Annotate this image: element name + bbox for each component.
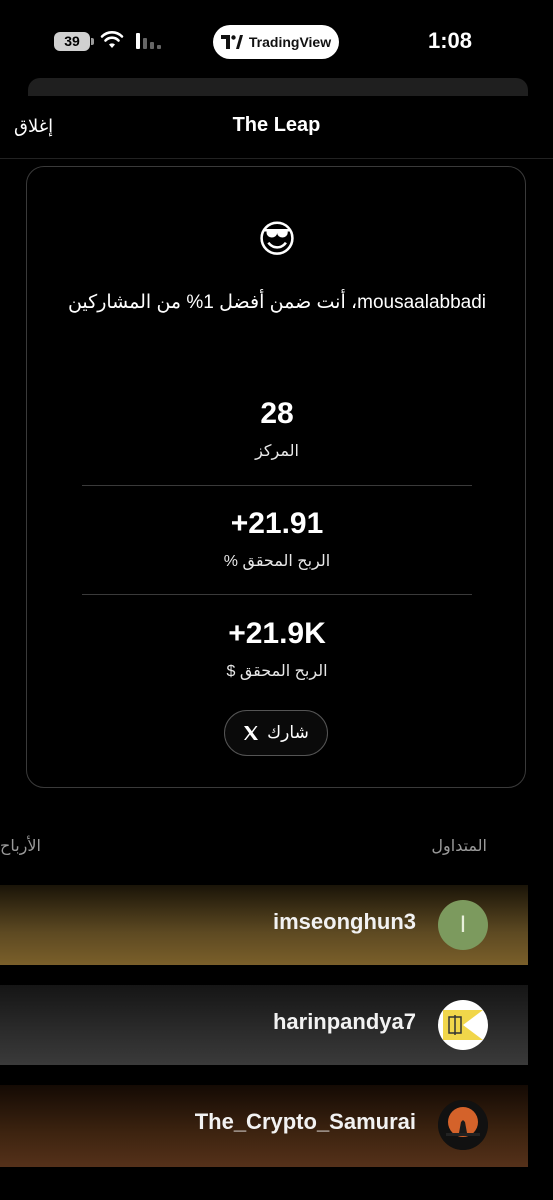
status-time: 1:08	[427, 28, 473, 53]
avatar	[438, 1000, 488, 1050]
profit-percent-stat: +21.91 الربح المحقق %	[82, 507, 472, 571]
profit-usd-value: +21.9K	[228, 617, 326, 650]
cellular-signal-icon	[136, 33, 161, 49]
congrats-message: mousaalabbadi، أنت ضمن أفضل 1% من المشار…	[67, 292, 487, 313]
flag-avatar-icon	[443, 1010, 483, 1040]
trader-name: imseonghun3	[272, 909, 416, 934]
share-button[interactable]: شارك	[224, 710, 328, 756]
avatar	[438, 1100, 488, 1150]
share-label: شارك	[267, 723, 309, 742]
background-sheet	[28, 78, 528, 96]
divider	[82, 594, 472, 595]
column-header-profit: الأرباح	[0, 838, 41, 855]
profit-percent-label: الربح المحقق %	[223, 553, 331, 570]
leaderboard-row[interactable]: imseonghun3 I	[0, 885, 528, 965]
samurai-moon-avatar-icon	[438, 1100, 488, 1150]
x-logo-icon	[244, 726, 259, 740]
tradingview-logo-icon	[220, 35, 243, 49]
status-bar: 39 TradingView 1:08	[0, 0, 553, 80]
sunglasses-emoji: 😎	[257, 219, 297, 261]
avatar-letter: I	[459, 911, 467, 938]
page-title: The Leap	[232, 114, 321, 136]
trader-name: The_Crypto_Samurai	[194, 1109, 416, 1134]
rank-stat: 28 المركز	[82, 397, 472, 461]
result-card: 😎 mousaalabbadi، أنت ضمن أفضل 1% من المش…	[26, 166, 526, 788]
tradingview-pill[interactable]: TradingView	[213, 25, 339, 59]
profit-percent-value: +21.91	[230, 507, 324, 540]
avatar: I	[438, 900, 488, 950]
rank-value: 28	[260, 397, 294, 430]
tradingview-label: TradingView	[248, 34, 332, 50]
leaderboard-row[interactable]: The_Crypto_Samurai	[0, 1085, 528, 1167]
column-header-trader: المتداول	[431, 838, 487, 855]
battery-indicator: 39	[54, 32, 94, 51]
modal-header: The Leap إغلاق	[0, 96, 553, 159]
divider	[82, 485, 472, 486]
trader-name: harinpandya7	[272, 1009, 416, 1034]
leaderboard-row[interactable]: harinpandya7	[0, 985, 528, 1065]
rank-label: المركز	[255, 443, 299, 460]
profit-usd-label: الربح المحقق $	[226, 663, 328, 680]
close-button[interactable]: إغلاق	[14, 116, 53, 137]
wifi-icon	[100, 31, 124, 48]
profit-usd-stat: +21.9K الربح المحقق $	[82, 617, 472, 681]
